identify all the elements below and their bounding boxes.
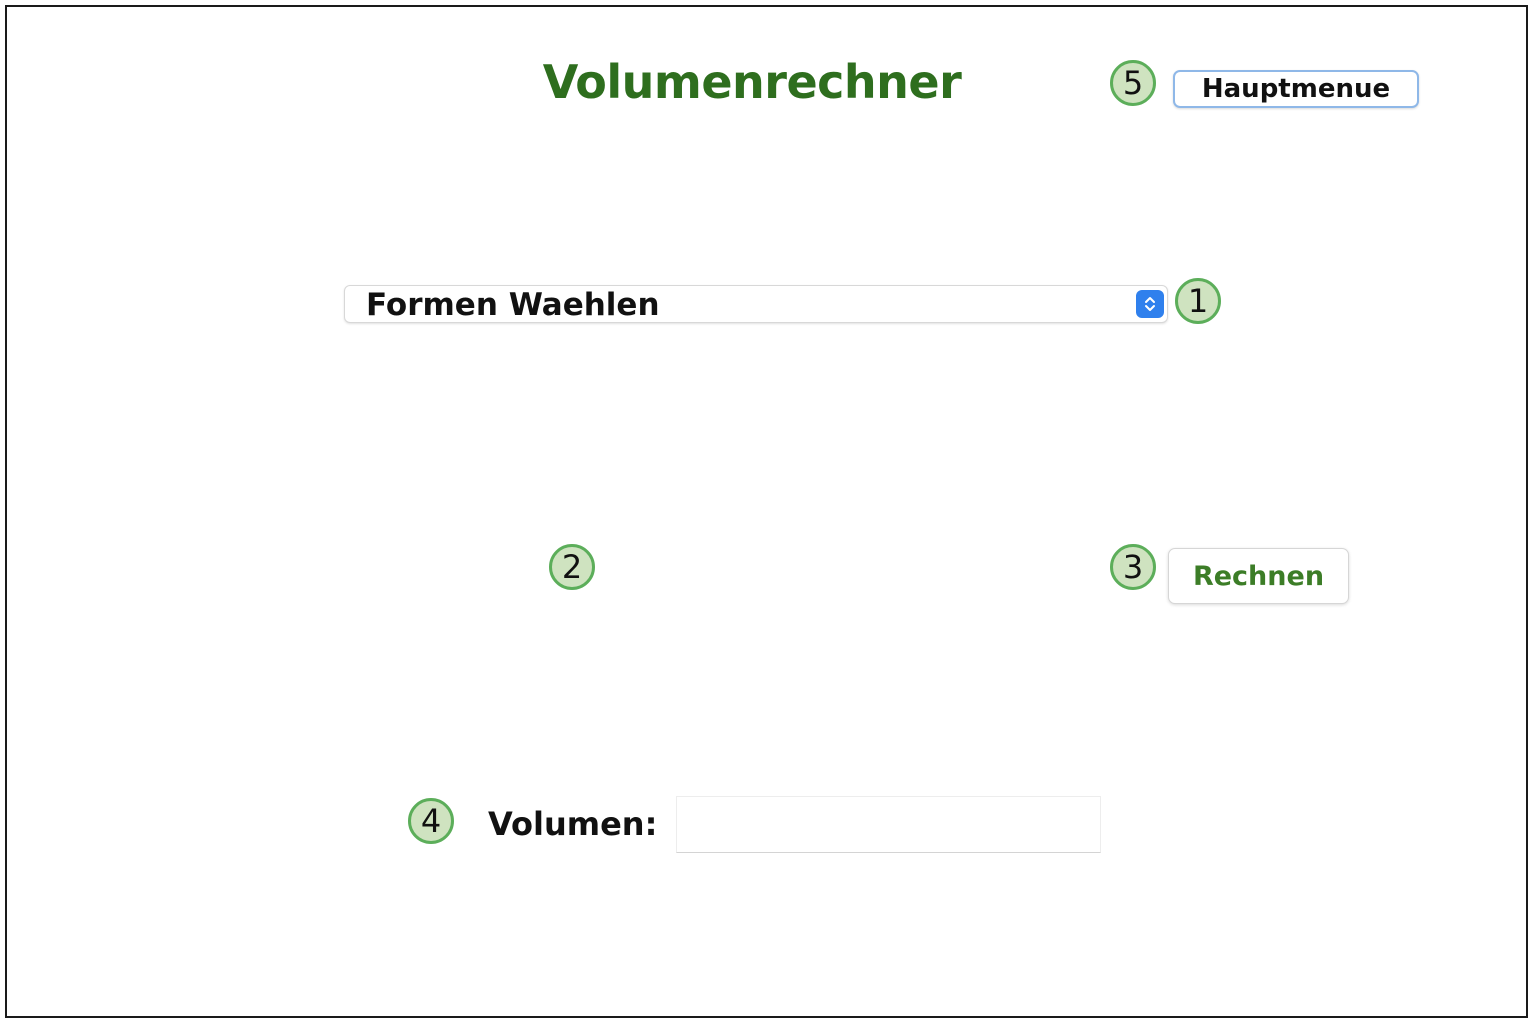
callout-marker-1: 1	[1175, 278, 1221, 324]
volume-label: Volumen:	[488, 805, 658, 843]
chevron-up-down-icon	[1136, 290, 1164, 318]
main-menu-button[interactable]: Hauptmenue	[1173, 70, 1419, 108]
shape-select[interactable]: Formen Waehlen	[344, 285, 1168, 323]
callout-marker-5: 5	[1110, 60, 1156, 106]
app-window: Volumenrechner 5 Hauptmenue Formen Waehl…	[5, 5, 1528, 1018]
callout-marker-3: 3	[1110, 544, 1156, 590]
shape-select-value: Formen Waehlen	[366, 287, 660, 323]
callout-marker-4: 4	[408, 798, 454, 844]
callout-marker-2: 2	[549, 544, 595, 590]
volume-result-field[interactable]	[676, 796, 1101, 853]
calculate-button[interactable]: Rechnen	[1168, 548, 1349, 604]
